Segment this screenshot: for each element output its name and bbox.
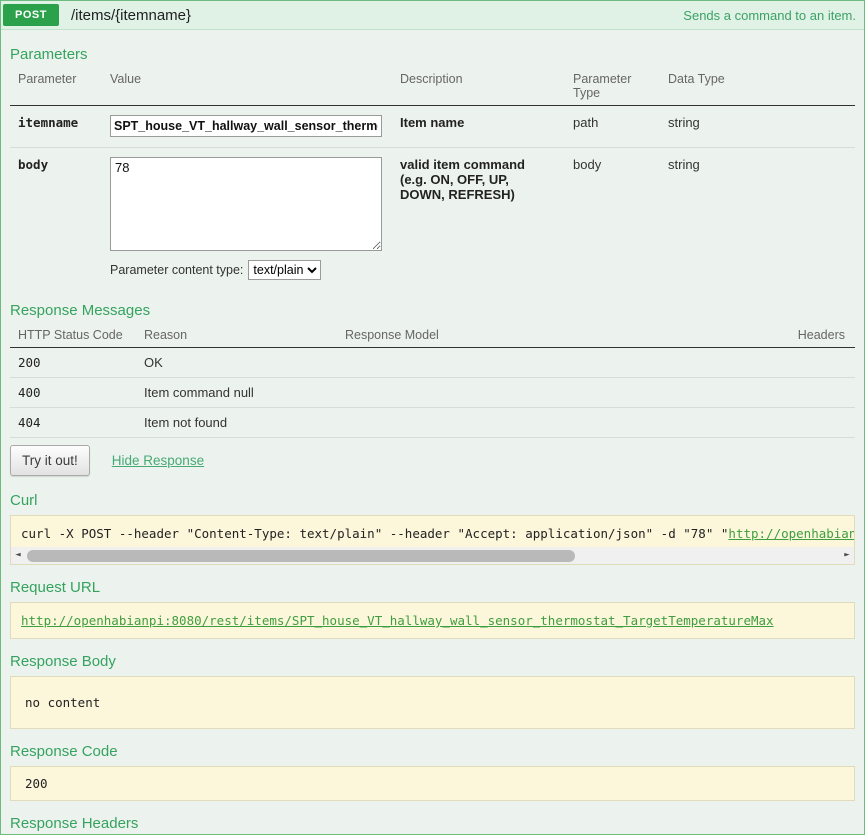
operation-content: Parameters Parameter Value Description P…: [1, 30, 864, 834]
status-code-400: 400: [18, 385, 41, 400]
param-name-itemname: itemname: [18, 115, 79, 130]
operation-card: POST /items/{itemname} Sends a command t…: [0, 0, 865, 835]
hide-response-link[interactable]: Hide Response: [112, 453, 204, 468]
col-value: Value: [110, 72, 142, 86]
response-body-heading: Response Body: [10, 653, 116, 670]
param-desc-itemname: Item name: [400, 115, 465, 130]
scroll-right-arrow-icon[interactable]: ►: [840, 547, 854, 564]
body-textarea[interactable]: 78: [110, 157, 382, 251]
col-reason: Reason: [144, 328, 188, 342]
response-code-heading: Response Code: [10, 743, 118, 760]
col-http-status-code: HTTP Status Code: [18, 328, 123, 342]
curl-heading: Curl: [10, 492, 38, 509]
response-body-value: no content: [25, 695, 101, 710]
reason-200: OK: [144, 355, 163, 370]
operation-path-link[interactable]: /items/{itemname}: [71, 7, 683, 24]
response-headers-heading: Response Headers: [10, 815, 139, 832]
data-type-itemname: string: [668, 115, 700, 130]
param-type-itemname: path: [573, 115, 599, 130]
content-type-select[interactable]: text/plain: [248, 260, 322, 280]
content-type-label: Parameter content type:: [110, 263, 244, 277]
reason-404: Item not found: [144, 415, 228, 430]
curl-url-link[interactable]: http://openhabianpi:8080/rest/items/SPT_…: [728, 526, 854, 541]
horizontal-scrollbar[interactable]: ◄ ►: [11, 547, 854, 564]
table-row: 200 OK: [10, 348, 855, 378]
param-type-body: body: [573, 157, 602, 172]
itemname-input[interactable]: [110, 115, 382, 137]
response-messages-table-header: HTTP Status Code Reason Response Model H…: [10, 325, 855, 348]
status-code-404: 404: [18, 415, 41, 430]
response-code-value: 200: [25, 776, 48, 791]
col-description: Description: [400, 72, 463, 86]
response-body-box: no content: [10, 676, 855, 729]
col-parameter: Parameter: [18, 72, 77, 86]
request-url-box: http://openhabianpi:8080/rest/items/SPT_…: [10, 602, 855, 639]
reason-400: Item command null: [144, 385, 254, 400]
operation-heading-bar: POST /items/{itemname} Sends a command t…: [1, 1, 864, 30]
operation-summary[interactable]: Sends a command to an item.: [683, 8, 856, 23]
table-row: 404 Item not found: [10, 408, 855, 438]
scrollbar-thumb[interactable]: [27, 549, 575, 562]
response-code-box: 200: [10, 766, 855, 801]
status-code-200: 200: [18, 355, 41, 370]
parameters-table-header: Parameter Value Description Parameter Ty…: [10, 69, 855, 106]
actions-row: Try it out! Hide Response: [10, 445, 855, 476]
table-row: body 78 Parameter content type: text/pla…: [10, 148, 855, 290]
table-row: 400 Item command null: [10, 378, 855, 408]
http-method-badge[interactable]: POST: [3, 4, 59, 26]
response-messages-heading: Response Messages: [10, 302, 151, 319]
col-headers: Headers: [797, 328, 845, 342]
col-parameter-type: Parameter Type: [573, 72, 632, 100]
col-data-type: Data Type: [668, 72, 725, 86]
try-it-out-button[interactable]: Try it out!: [10, 445, 90, 476]
data-type-body: string: [668, 157, 700, 172]
request-url-link[interactable]: http://openhabianpi:8080/rest/items/SPT_…: [21, 613, 774, 628]
param-desc-body: valid item command (e.g. ON, OFF, UP, DO…: [400, 157, 525, 202]
table-row: itemname Item name path string: [10, 106, 855, 148]
curl-command-prefix: curl -X POST --header "Content-Type: tex…: [21, 526, 729, 541]
request-url-heading: Request URL: [10, 579, 101, 596]
scroll-left-arrow-icon[interactable]: ◄: [11, 547, 25, 564]
parameters-heading: Parameters: [10, 46, 88, 63]
curl-command-text: curl -X POST --header "Content-Type: tex…: [11, 516, 854, 547]
param-name-body: body: [18, 157, 49, 172]
curl-command-box: curl -X POST --header "Content-Type: tex…: [10, 515, 855, 565]
col-response-model: Response Model: [345, 328, 439, 342]
